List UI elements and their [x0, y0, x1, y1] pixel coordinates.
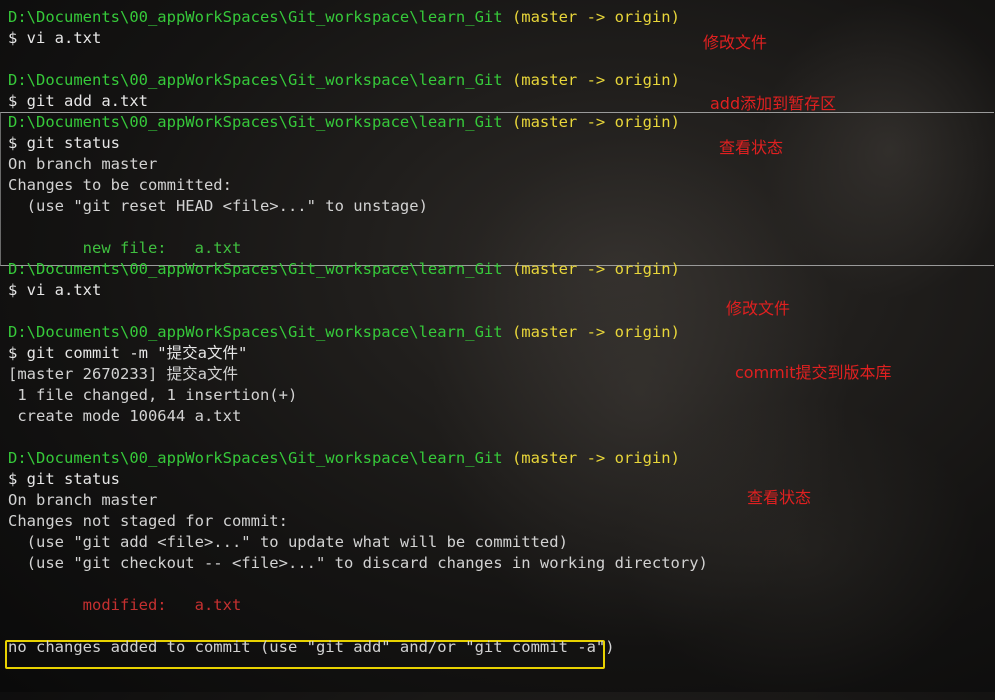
prompt-branch: (master -> origin) — [511, 449, 680, 467]
prompt-path: D:\Documents\00_appWorkSpaces\Git_worksp… — [8, 260, 503, 278]
prompt-path: D:\Documents\00_appWorkSpaces\Git_worksp… — [8, 8, 503, 26]
prompt-path: D:\Documents\00_appWorkSpaces\Git_worksp… — [8, 113, 503, 131]
output-line: (use "git reset HEAD <file>..." to unsta… — [8, 197, 428, 215]
command-line: $ git status — [8, 134, 120, 152]
command-line: $ git status — [8, 470, 120, 488]
prompt-line: D:\Documents\00_appWorkSpaces\Git_worksp… — [8, 322, 708, 343]
prompt-branch: (master -> origin) — [511, 323, 680, 341]
output-line: new file: a.txt — [8, 239, 242, 257]
prompt-separator — [503, 8, 512, 26]
output-line: no changes added to commit (use "git add… — [8, 638, 615, 656]
prompt-branch: (master -> origin) — [511, 260, 680, 278]
command-line: $ git add a.txt — [8, 92, 148, 110]
prompt-line: D:\Documents\00_appWorkSpaces\Git_worksp… — [8, 448, 708, 469]
prompt-path: D:\Documents\00_appWorkSpaces\Git_worksp… — [8, 449, 503, 467]
output-line: (use "git add <file>..." to update what … — [8, 533, 568, 551]
prompt-path: D:\Documents\00_appWorkSpaces\Git_worksp… — [8, 323, 503, 341]
prompt-separator — [503, 260, 512, 278]
prompt-separator — [503, 71, 512, 89]
annotation-check-status-1: 查看状态 — [719, 138, 784, 157]
prompt-branch: (master -> origin) — [511, 113, 680, 131]
prompt-branch: (master -> origin) — [511, 8, 680, 26]
terminal-output[interactable]: D:\Documents\00_appWorkSpaces\Git_worksp… — [8, 7, 708, 658]
annotation-commit-to-repo: commit提交到版本库 — [735, 363, 892, 382]
output-line: Changes to be committed: — [8, 176, 232, 194]
prompt-separator — [503, 323, 512, 341]
output-line: Changes not staged for commit: — [8, 512, 288, 530]
output-line: create mode 100644 a.txt — [8, 407, 242, 425]
prompt-branch: (master -> origin) — [511, 71, 680, 89]
prompt-separator — [503, 113, 512, 131]
output-line: 1 file changed, 1 insertion(+) — [8, 386, 298, 404]
prompt-line: D:\Documents\00_appWorkSpaces\Git_worksp… — [8, 7, 708, 28]
prompt-line: D:\Documents\00_appWorkSpaces\Git_worksp… — [8, 112, 708, 133]
command-line: $ git commit -m "提交a文件" — [8, 344, 248, 362]
prompt-line: D:\Documents\00_appWorkSpaces\Git_worksp… — [8, 259, 708, 280]
annotation-check-status-2: 查看状态 — [747, 488, 812, 507]
command-line: $ vi a.txt — [8, 29, 102, 47]
output-line: On branch master — [8, 491, 158, 509]
annotation-modify-file-2: 修改文件 — [726, 299, 791, 318]
output-line: On branch master — [8, 155, 158, 173]
output-line: (use "git checkout -- <file>..." to disc… — [8, 554, 708, 572]
annotation-add-to-stage: add添加到暂存区 — [710, 94, 837, 113]
command-line: $ vi a.txt — [8, 281, 102, 299]
output-line: modified: a.txt — [8, 596, 242, 614]
prompt-line: D:\Documents\00_appWorkSpaces\Git_worksp… — [8, 70, 708, 91]
annotation-modify-file-1: 修改文件 — [703, 33, 768, 52]
prompt-path: D:\Documents\00_appWorkSpaces\Git_worksp… — [8, 71, 503, 89]
prompt-separator — [503, 449, 512, 467]
output-line: [master 2670233] 提交a文件 — [8, 365, 238, 383]
